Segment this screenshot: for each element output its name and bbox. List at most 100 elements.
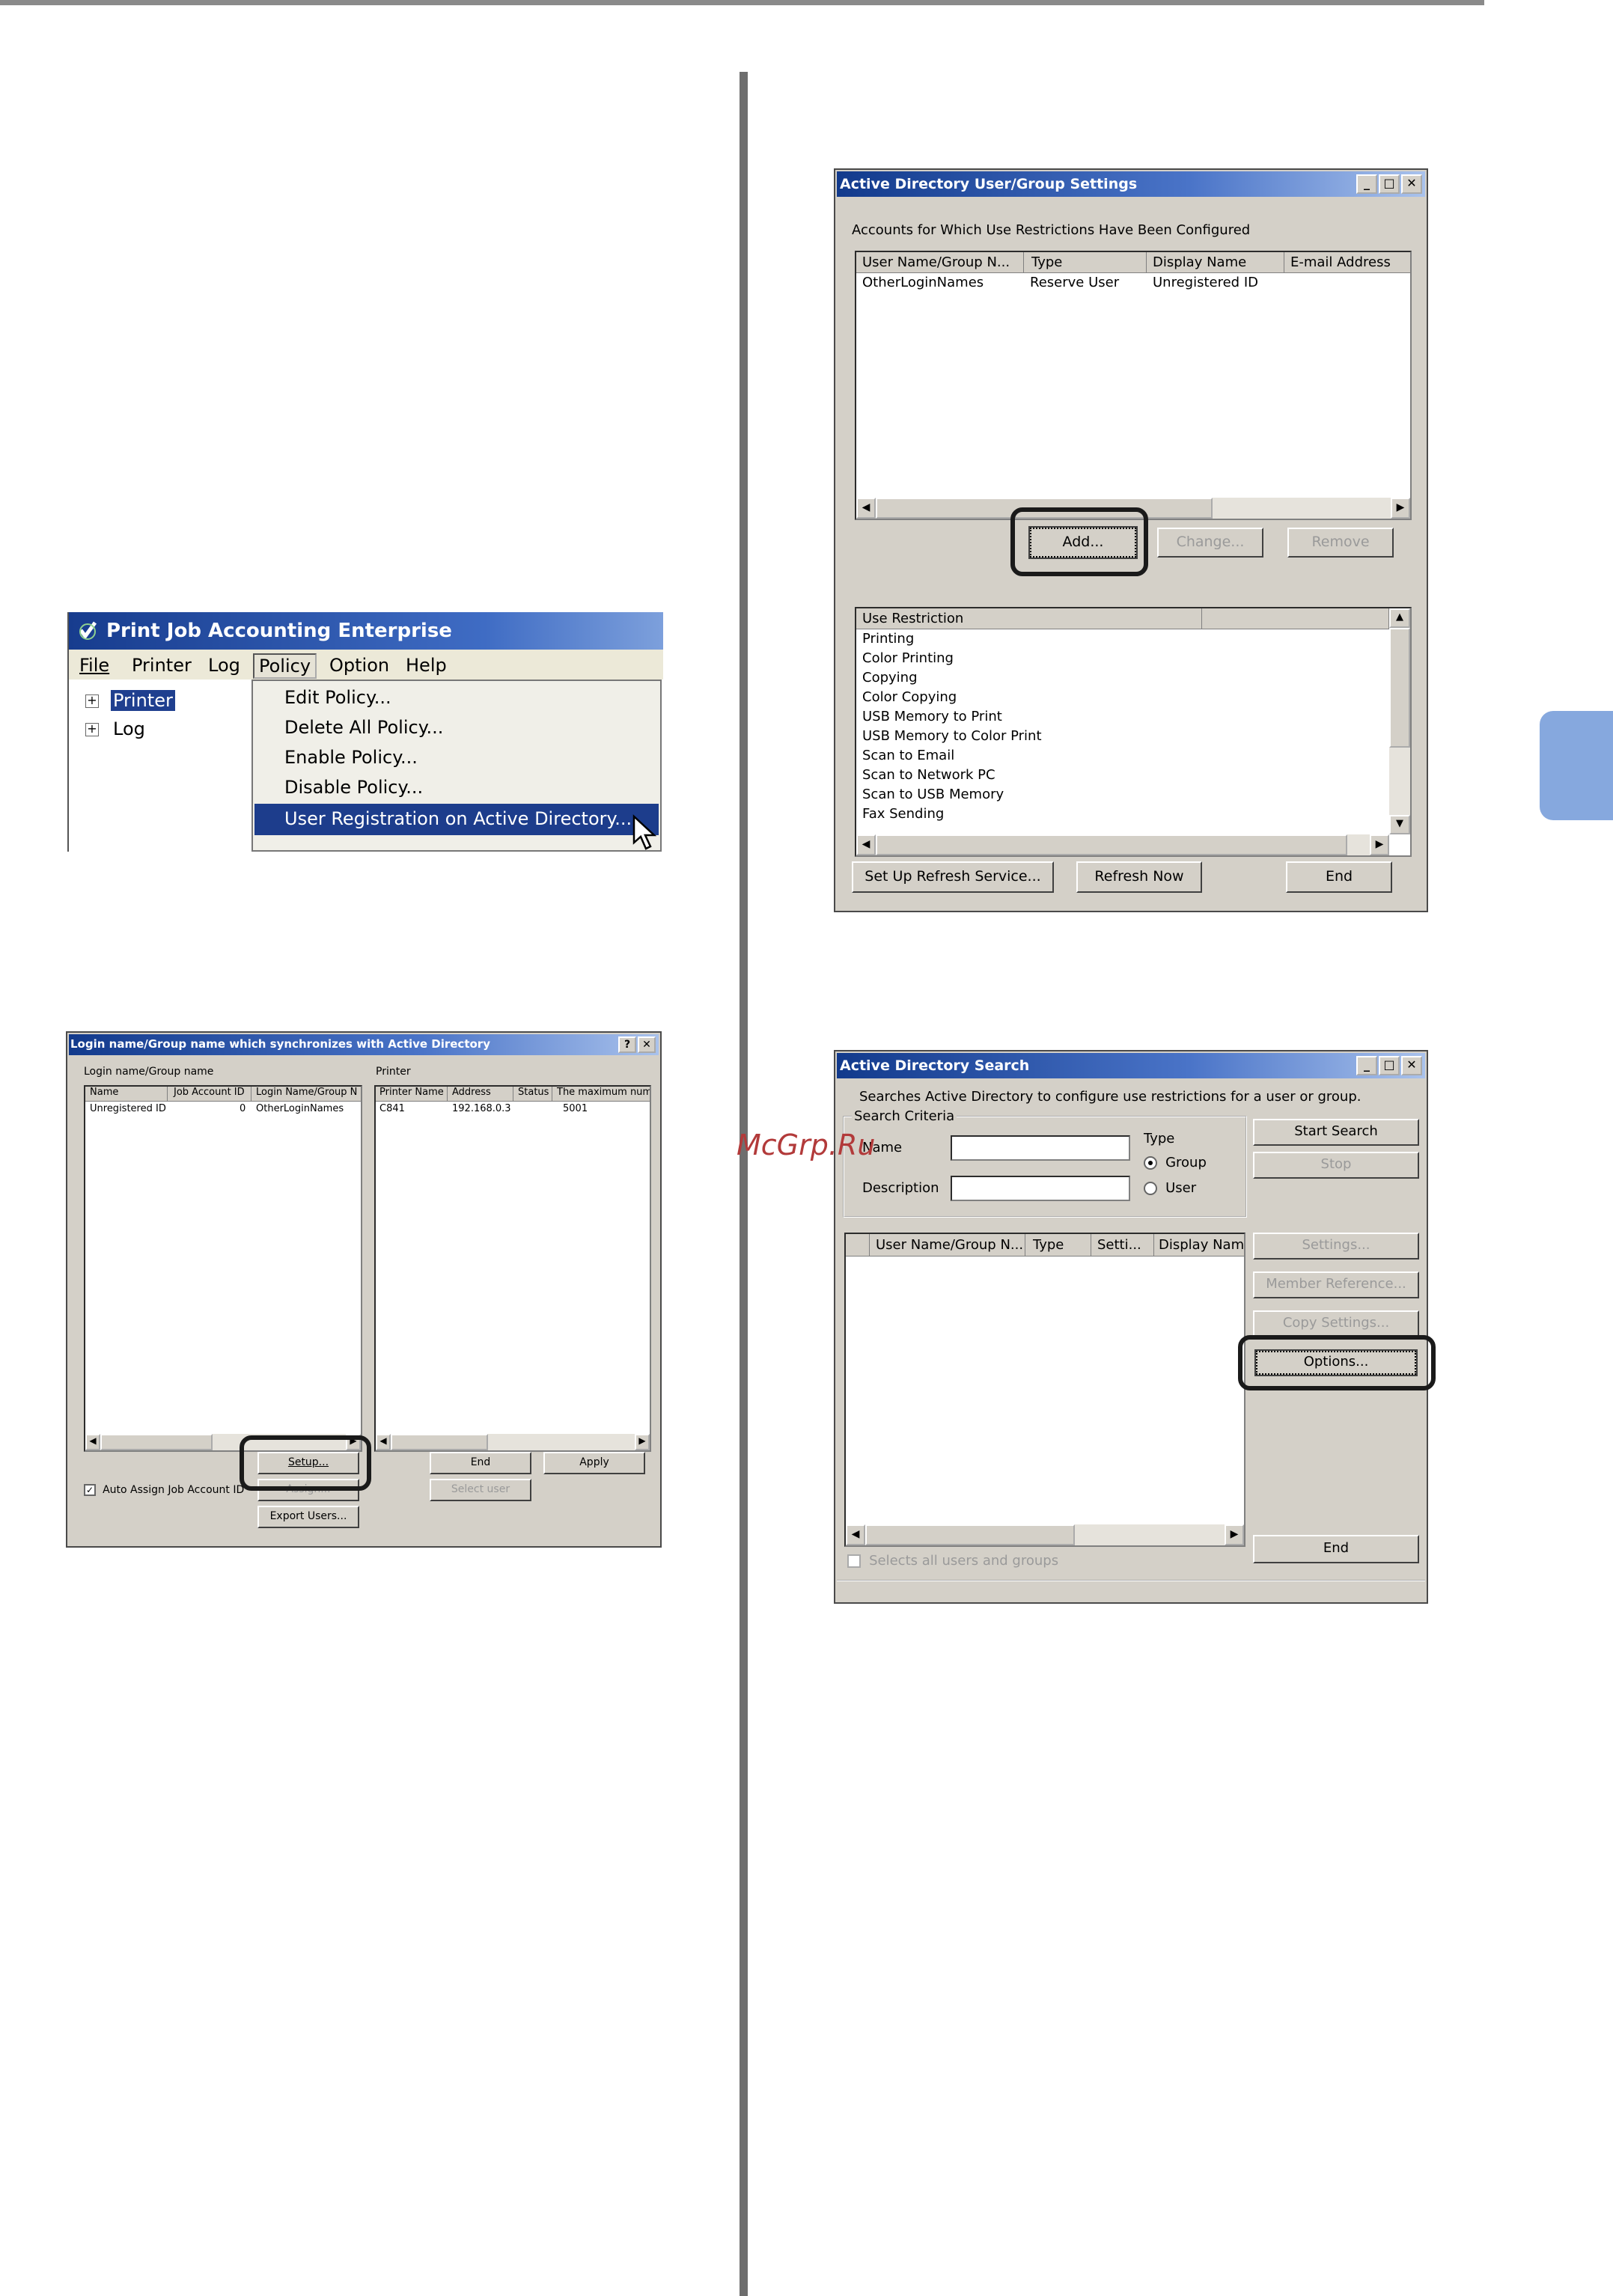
scroll-right-icon[interactable]: ▶ [635,1434,650,1450]
col-display-name[interactable]: Display Name [1147,252,1284,273]
remove-button[interactable]: Remove [1287,528,1394,558]
col-printer-name[interactable]: Printer Name [376,1087,448,1102]
maximize-icon[interactable]: □ [1379,174,1400,194]
menu-log[interactable]: Log [208,655,240,676]
col-user-name[interactable]: User Name/Group N... [856,252,1024,273]
checkbox-unchecked-icon[interactable] [847,1554,861,1568]
checkbox-checked-icon[interactable]: ✓ [84,1483,96,1496]
refresh-now-button[interactable]: Refresh Now [1076,861,1202,893]
scroll-up-icon[interactable]: ▲ [1389,608,1410,628]
col-use-restriction[interactable]: Use Restriction [856,608,1202,629]
col-email[interactable]: E-mail Address [1284,252,1410,273]
close-icon[interactable]: ✕ [1401,1056,1422,1075]
group-radio[interactable]: Group [1144,1155,1207,1174]
scroll-thumb[interactable] [876,834,1347,855]
col-user-name[interactable]: User Name/Group N... [870,1234,1025,1257]
menu-item-user-registration[interactable]: User Registration on Active Directory... [254,804,659,835]
scroll-thumb[interactable] [100,1434,213,1450]
end-button[interactable]: End [430,1452,531,1474]
col-address[interactable]: Address [448,1087,513,1102]
col-settings[interactable]: Setti... [1091,1234,1154,1257]
radio-selected-icon[interactable] [1144,1155,1157,1170]
col-display-name[interactable]: Display Name [1154,1234,1244,1257]
scroll-left-icon[interactable]: ◀ [846,1524,865,1545]
restriction-item[interactable]: Scan to Network PC [862,767,995,783]
help-icon[interactable]: ? [618,1036,636,1053]
printer-list[interactable]: Printer Name Address Status The maximum … [374,1085,651,1452]
scroll-thumb[interactable] [865,1524,1075,1545]
right-hscrollbar[interactable]: ◀ ▶ [376,1434,650,1450]
apply-button[interactable]: Apply [543,1452,645,1474]
restriction-item[interactable]: Copying [862,670,918,686]
table-row[interactable]: Unregistered ID [90,1103,166,1114]
stop-button[interactable]: Stop [1253,1152,1419,1179]
restriction-item[interactable]: Scan to USB Memory [862,787,1004,802]
select-user-button[interactable]: Select user [430,1479,531,1501]
minimize-icon[interactable]: _ [1356,1056,1377,1075]
restriction-vscrollbar[interactable]: ▲ ▼ [1389,608,1410,834]
member-reference-button[interactable]: Member Reference... [1253,1271,1419,1298]
restriction-item[interactable]: USB Memory to Color Print [862,728,1042,744]
col-name[interactable]: Name [85,1087,168,1102]
name-input[interactable] [951,1135,1130,1161]
close-icon[interactable]: ✕ [1401,174,1422,194]
accounts-list[interactable]: User Name/Group N... Type Display Name E… [855,251,1412,520]
maximize-icon[interactable]: □ [1379,1056,1400,1075]
scroll-right-icon[interactable]: ▶ [1370,834,1389,855]
end-button[interactable]: End [1286,861,1392,893]
col-type[interactable]: Type [1024,252,1147,273]
menu-item-edit-policy[interactable]: Edit Policy... [284,687,391,708]
description-input[interactable] [951,1176,1130,1201]
scroll-right-icon[interactable]: ▶ [1225,1524,1244,1545]
scroll-down-icon[interactable]: ▼ [1389,815,1410,834]
select-all-checkbox[interactable]: Selects all users and groups [847,1553,1058,1572]
restriction-item[interactable]: Color Copying [862,689,957,705]
radio-unselected-icon[interactable] [1144,1181,1157,1195]
export-users-button[interactable]: Export Users... [257,1506,359,1528]
results-hscrollbar[interactable]: ◀ ▶ [846,1524,1244,1545]
scroll-right-icon[interactable]: ▶ [1391,498,1410,519]
scroll-thumb[interactable] [1389,628,1410,748]
menu-item-disable-policy[interactable]: Disable Policy... [284,777,423,798]
copy-settings-button[interactable]: Copy Settings... [1253,1310,1419,1337]
col-status[interactable]: Status [513,1087,552,1102]
menu-help[interactable]: Help [406,655,447,676]
restriction-list[interactable]: Use Restriction Printing Color Printing … [855,607,1412,857]
search-results-list[interactable]: User Name/Group N... Type Setti... Displ… [844,1233,1245,1547]
login-list[interactable]: Name Job Account ID Login Name/Group N U… [84,1085,362,1452]
auto-assign-checkbox[interactable]: ✓ Auto Assign Job Account ID [84,1482,244,1500]
scroll-left-icon[interactable]: ◀ [856,498,876,519]
menu-item-delete-all-policy[interactable]: Delete All Policy... [284,717,443,738]
scroll-left-icon[interactable]: ◀ [376,1434,391,1450]
end-button[interactable]: End [1253,1535,1419,1563]
table-row[interactable]: OtherLoginNames [862,275,984,290]
settings-button[interactable]: Settings... [1253,1233,1419,1260]
restriction-item[interactable]: Scan to Email [862,748,954,763]
restriction-item[interactable]: Fax Sending [862,806,944,822]
close-icon[interactable]: ✕ [638,1036,656,1053]
menu-file[interactable]: File [79,655,109,676]
scroll-left-icon[interactable]: ◀ [85,1434,100,1450]
expand-plus-icon[interactable]: + [85,694,99,708]
menu-option[interactable]: Option [329,655,389,676]
restriction-item[interactable]: Color Printing [862,650,954,666]
col-maximum[interactable]: The maximum num [552,1087,650,1102]
scroll-thumb[interactable] [391,1434,488,1450]
setup-refresh-service-button[interactable]: Set Up Refresh Service... [852,861,1054,893]
expand-plus-icon[interactable]: + [85,723,99,736]
user-radio[interactable]: User [1144,1180,1196,1200]
col-job-account-id[interactable]: Job Account ID [168,1087,251,1102]
top-rule [0,0,1484,5]
menu-printer[interactable]: Printer [132,655,192,676]
change-button[interactable]: Change... [1157,528,1263,558]
col-type[interactable]: Type [1025,1234,1091,1257]
menu-item-enable-policy[interactable]: Enable Policy... [284,747,418,768]
col-login-name[interactable]: Login Name/Group N [251,1087,361,1102]
restriction-item[interactable]: Printing [862,631,914,647]
restriction-hscrollbar[interactable]: ◀ ▶ [856,834,1389,855]
menu-policy[interactable]: Policy [253,653,317,679]
minimize-icon[interactable]: _ [1356,174,1377,194]
restriction-item[interactable]: USB Memory to Print [862,709,1002,724]
start-search-button[interactable]: Start Search [1253,1119,1419,1146]
scroll-left-icon[interactable]: ◀ [856,834,876,855]
